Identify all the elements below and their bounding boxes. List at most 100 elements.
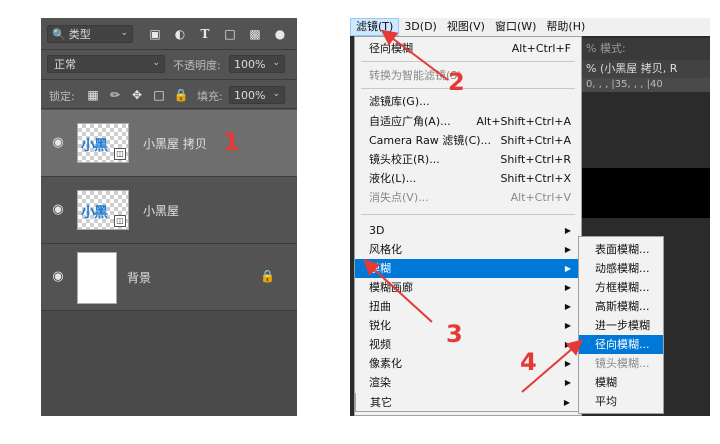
submenu-item-lens-blur: 镜头模糊...	[595, 357, 650, 370]
menu-item-blur-gallery[interactable]: 模糊画廊 ▶	[355, 278, 581, 297]
menu-item-pixelate[interactable]: 像素化 ▶	[355, 354, 581, 373]
layer-row-background[interactable]: ◉ 背景 🔒	[41, 244, 297, 310]
menu-item-blur[interactable]: 模糊 ▶	[355, 259, 581, 278]
blend-mode-value: 正常	[54, 58, 76, 71]
layer-name: 背景	[127, 271, 152, 285]
blend-mode-select[interactable]: 正常 ⌄	[47, 55, 165, 73]
menu-item-adaptive-wide-angle[interactable]: 自适应广角(A)... Alt+Shift+Ctrl+A	[355, 112, 581, 131]
menu-item-label: 视频	[369, 338, 391, 351]
menu-item-distort[interactable]: 扭曲 ▶	[355, 297, 581, 316]
thumbnail-text: 小黑	[81, 205, 108, 221]
submenu-arrow-icon: ▶	[564, 283, 571, 292]
blur-submenu: 表面模糊... 动感模糊... 方框模糊... 高斯模糊... 进一步模糊 径向…	[578, 236, 664, 414]
layer-row-copy[interactable]: ◉ 小黑 ◫ 小黑屋 拷贝	[41, 110, 297, 176]
submenu-item-average[interactable]: 平均	[579, 392, 663, 411]
annotation-number-2: 2	[448, 68, 465, 96]
menu-item-filter-gallery[interactable]: 滤镜库(G)...	[355, 92, 581, 111]
menu-item-label: 其它	[370, 396, 392, 409]
submenu-item-motion-blur[interactable]: 动感模糊...	[579, 259, 663, 278]
opacity-field[interactable]: 100% ⌄	[229, 55, 285, 73]
menubar-3d[interactable]: 3D(D)	[399, 18, 442, 36]
submenu-item-surface-blur[interactable]: 表面模糊...	[579, 240, 663, 259]
layer-kind-filter[interactable]: 🔍 类型 ⌄	[47, 25, 133, 43]
submenu-arrow-icon: ▶	[564, 340, 571, 349]
menu-item-shortcut: Shift+Ctrl+R	[500, 153, 571, 166]
annotation-number-3: 3	[446, 320, 463, 348]
filter-toggle-icon[interactable]: ●	[272, 26, 288, 42]
menu-item-render[interactable]: 渲染 ▶	[355, 373, 581, 392]
lock-artboard-icon[interactable]: □	[151, 87, 167, 103]
lock-all-icon[interactable]: 🔒	[173, 87, 189, 103]
document-tab[interactable]: % (小黑屋 拷贝, R	[582, 60, 710, 78]
screenshot-root: 🔍 类型 ⌄ ▣ ◐ T □ ▩ ● 正常 ⌄ 不透明度: 100% ⌄ 锁定:…	[0, 0, 720, 444]
submenu-arrow-icon: ▶	[563, 398, 570, 407]
submenu-arrow-icon: ▶	[564, 264, 571, 273]
lock-position-icon[interactable]: ✥	[129, 87, 145, 103]
menu-item-sharpen[interactable]: 锐化 ▶	[355, 316, 581, 335]
submenu-arrow-icon: ▶	[564, 321, 571, 330]
visibility-eye-icon[interactable]: ◉	[51, 203, 65, 217]
menu-item-lens-correction[interactable]: 镜头校正(R)... Shift+Ctrl+R	[355, 150, 581, 169]
menu-item-other-label-row[interactable]: 其它 ▶	[355, 393, 581, 412]
adjustment-filter-icon[interactable]: ◐	[172, 26, 188, 42]
menu-item-3d[interactable]: 3D ▶	[355, 221, 581, 240]
menu-item-label: 渲染	[369, 376, 391, 389]
submenu-item-box-blur[interactable]: 方框模糊...	[579, 278, 663, 297]
ruler: 0, , , |35, , , |40	[582, 78, 710, 92]
menu-item-shortcut: Shift+Ctrl+A	[500, 134, 571, 147]
annotation-number-4: 4	[520, 348, 537, 376]
lock-brush-icon[interactable]: ✏	[107, 87, 123, 103]
filter-menu: 径向模糊 Alt+Ctrl+F 转换为智能滤镜(S) 滤镜库(G)... 自适应广…	[354, 36, 582, 416]
menu-item-last-filter[interactable]: 径向模糊 Alt+Ctrl+F	[355, 39, 581, 58]
submenu-item-blur-more[interactable]: 进一步模糊	[579, 316, 663, 335]
filter-icons: ▣ ◐ T □ ▩ ●	[147, 26, 288, 42]
menu-item-label: 扭曲	[369, 300, 391, 313]
submenu-item-gaussian-blur[interactable]: 高斯模糊...	[579, 297, 663, 316]
menu-item-label: 像素化	[369, 357, 402, 370]
smart-object-icon: ◫	[114, 148, 126, 160]
chevron-down-icon: ⌄	[152, 58, 160, 68]
menu-item-label: 锐化	[369, 319, 391, 332]
menu-item-shortcut: Shift+Ctrl+X	[500, 172, 571, 185]
lock-label: 锁定:	[49, 90, 75, 103]
visibility-eye-icon[interactable]: ◉	[51, 270, 65, 284]
menu-item-stylize[interactable]: 风格化 ▶	[355, 240, 581, 259]
ruler-text: 0, , , |35, , , |40	[586, 79, 663, 90]
menu-item-label: 液化(L)...	[369, 172, 417, 185]
layer-row-xiaoheiwu[interactable]: ◉ 小黑 ◫ 小黑屋	[41, 177, 297, 243]
submenu-arrow-icon: ▶	[564, 378, 571, 387]
menu-item-video[interactable]: 视频 ▶	[355, 335, 581, 354]
menu-item-label: 滤镜库(G)...	[369, 95, 430, 108]
fill-label: 填充:	[197, 90, 223, 103]
text-filter-icon[interactable]: T	[197, 26, 213, 42]
shape-filter-icon[interactable]: □	[222, 26, 238, 42]
layer-name: 小黑屋 拷贝	[143, 137, 207, 151]
submenu-item-radial-blur[interactable]: 径向模糊...	[579, 335, 663, 354]
menu-item-convert-smart-filter: 转换为智能滤镜(S)	[355, 66, 581, 85]
menubar-window[interactable]: 窗口(W)	[490, 18, 541, 36]
smart-object-filter-icon[interactable]: ▩	[247, 26, 263, 42]
menu-item-label: 模糊画廊	[369, 281, 413, 294]
fill-field[interactable]: 100% ⌄	[229, 86, 285, 104]
layers-empty-area	[41, 311, 297, 416]
visibility-eye-icon[interactable]: ◉	[51, 136, 65, 150]
menubar-filter[interactable]: 滤镜(T)	[350, 18, 400, 36]
menu-item-camera-raw[interactable]: Camera Raw 滤镜(C)... Shift+Ctrl+A	[355, 131, 581, 150]
menu-item-label: 自适应广角(A)...	[369, 115, 451, 128]
submenu-arrow-icon: ▶	[564, 226, 571, 235]
image-filter-icon[interactable]: ▣	[147, 26, 163, 42]
layers-panel: 🔍 类型 ⌄ ▣ ◐ T □ ▩ ● 正常 ⌄ 不透明度: 100% ⌄ 锁定:…	[41, 18, 297, 416]
opacity-value: 100%	[234, 57, 266, 71]
menubar-help[interactable]: 帮助(H)	[541, 18, 590, 36]
layer-name: 小黑屋	[143, 204, 180, 218]
chevron-down-icon: ⌄	[120, 28, 128, 38]
lock-transparent-icon[interactable]: ▦	[85, 87, 101, 103]
annotation-number-1: 1	[223, 128, 240, 156]
menubar-view[interactable]: 视图(V)	[442, 18, 490, 36]
fill-value: 100%	[234, 88, 266, 102]
submenu-item-blur[interactable]: 模糊	[579, 373, 663, 392]
menu-item-liquify[interactable]: 液化(L)... Shift+Ctrl+X	[355, 169, 581, 188]
document-tab-title: % (小黑屋 拷贝, R	[586, 62, 678, 75]
smart-object-icon: ◫	[114, 215, 126, 227]
layer-thumbnail: 小黑 ◫	[77, 123, 129, 163]
